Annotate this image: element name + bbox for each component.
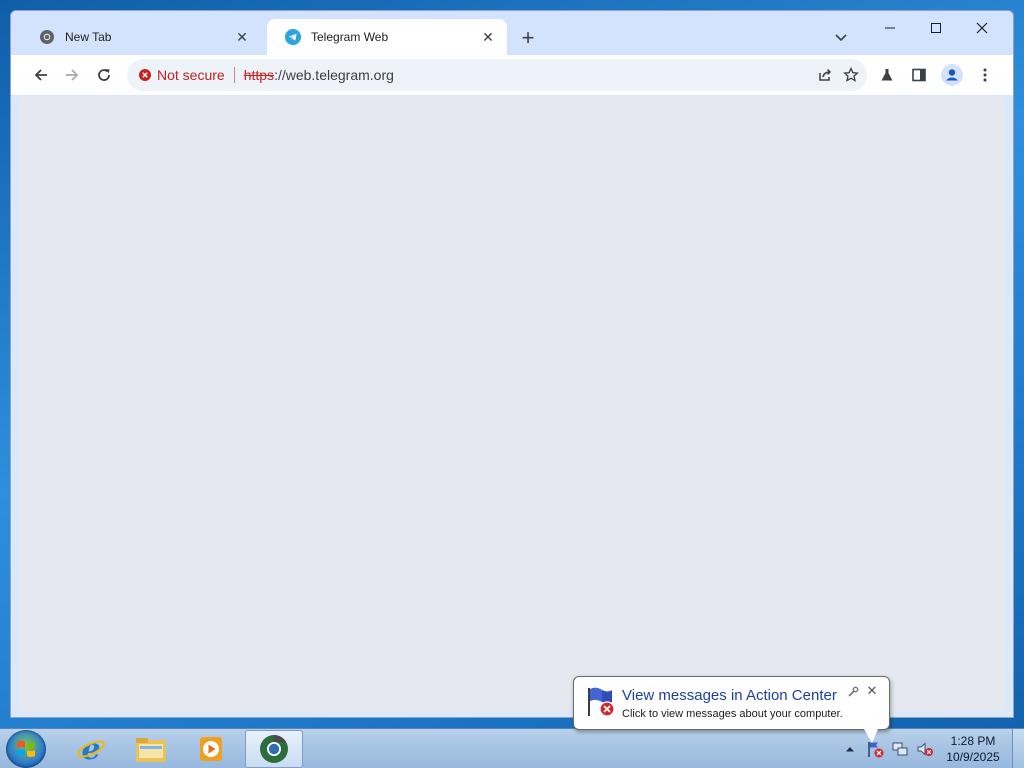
close-tab-icon[interactable]: ✕ bbox=[479, 28, 497, 46]
tab-title: New Tab bbox=[65, 30, 112, 44]
telegram-icon bbox=[285, 29, 301, 45]
media-player-icon bbox=[200, 737, 222, 761]
clock-time: 1:28 PM bbox=[950, 734, 996, 748]
back-button[interactable] bbox=[27, 61, 55, 89]
clock-date: 10/9/2025 bbox=[946, 750, 1000, 764]
address-bar[interactable]: Not secure https://web.telegram.org bbox=[127, 59, 867, 91]
volume-muted-icon[interactable] bbox=[914, 739, 936, 759]
notification-area bbox=[842, 729, 936, 768]
url-scheme: https bbox=[243, 67, 275, 83]
chrome-icon bbox=[39, 29, 55, 45]
tab-new-tab[interactable]: New Tab ✕ bbox=[21, 19, 261, 55]
address-bar-actions bbox=[813, 63, 863, 87]
taskbar-internet-explorer[interactable]: e bbox=[62, 730, 120, 768]
taskbar-chrome[interactable] bbox=[245, 730, 303, 768]
tab-strip: New Tab ✕ Telegram Web ✕ + bbox=[11, 11, 1013, 55]
taskbar-windows-explorer[interactable] bbox=[122, 730, 180, 768]
profile-avatar-icon[interactable] bbox=[938, 61, 966, 89]
internet-explorer-icon: e bbox=[77, 733, 105, 765]
more-options-icon[interactable] bbox=[971, 61, 999, 89]
start-button[interactable] bbox=[6, 730, 46, 768]
notification-title[interactable]: View messages in Action Center bbox=[622, 687, 837, 704]
divider bbox=[233, 67, 235, 83]
windows-logo-icon bbox=[17, 741, 35, 757]
tab-search-chevron-icon[interactable] bbox=[829, 25, 853, 49]
browser-toolbar: Not secure https://web.telegram.org bbox=[11, 55, 1013, 95]
side-panel-icon[interactable] bbox=[905, 61, 933, 89]
show-hidden-icons-icon[interactable] bbox=[842, 741, 858, 757]
network-icon[interactable] bbox=[889, 739, 911, 759]
url-host: ://web.telegram.org bbox=[274, 67, 394, 83]
chrome-window: New Tab ✕ Telegram Web ✕ + Not secure ht… bbox=[10, 10, 1014, 718]
taskbar-media-player[interactable] bbox=[182, 730, 240, 768]
show-desktop-button[interactable] bbox=[1012, 729, 1024, 768]
notification-message: Click to view messages about your comput… bbox=[622, 708, 843, 720]
system-clock[interactable]: 1:28 PM 10/9/2025 bbox=[936, 733, 1010, 765]
page-content-blank[interactable] bbox=[19, 97, 1005, 711]
forward-button[interactable] bbox=[58, 61, 86, 89]
windows-explorer-icon bbox=[136, 738, 166, 762]
reload-button[interactable] bbox=[90, 61, 118, 89]
svg-text:e: e bbox=[81, 733, 100, 765]
minimize-button[interactable] bbox=[867, 13, 913, 43]
maximize-button[interactable] bbox=[913, 13, 959, 43]
balloon-tail bbox=[864, 729, 878, 743]
tab-telegram-web[interactable]: Telegram Web ✕ bbox=[267, 19, 507, 55]
close-window-button[interactable] bbox=[959, 13, 1005, 43]
action-center-flag-icon bbox=[584, 685, 618, 719]
close-notification-icon[interactable]: ✕ bbox=[865, 683, 879, 698]
action-center-notification[interactable]: View messages in Action Center Click to … bbox=[573, 676, 890, 743]
wrench-settings-icon[interactable] bbox=[846, 685, 860, 699]
new-tab-button[interactable]: + bbox=[516, 25, 540, 50]
share-icon[interactable] bbox=[813, 63, 837, 87]
not-secure-warning-icon[interactable] bbox=[139, 69, 151, 81]
labs-flask-icon[interactable] bbox=[873, 61, 901, 89]
bookmark-star-icon[interactable] bbox=[839, 63, 863, 87]
chrome-icon bbox=[260, 735, 288, 763]
security-label[interactable]: Not secure bbox=[157, 67, 225, 83]
close-tab-icon[interactable]: ✕ bbox=[233, 28, 251, 46]
tab-title: Telegram Web bbox=[311, 30, 389, 44]
